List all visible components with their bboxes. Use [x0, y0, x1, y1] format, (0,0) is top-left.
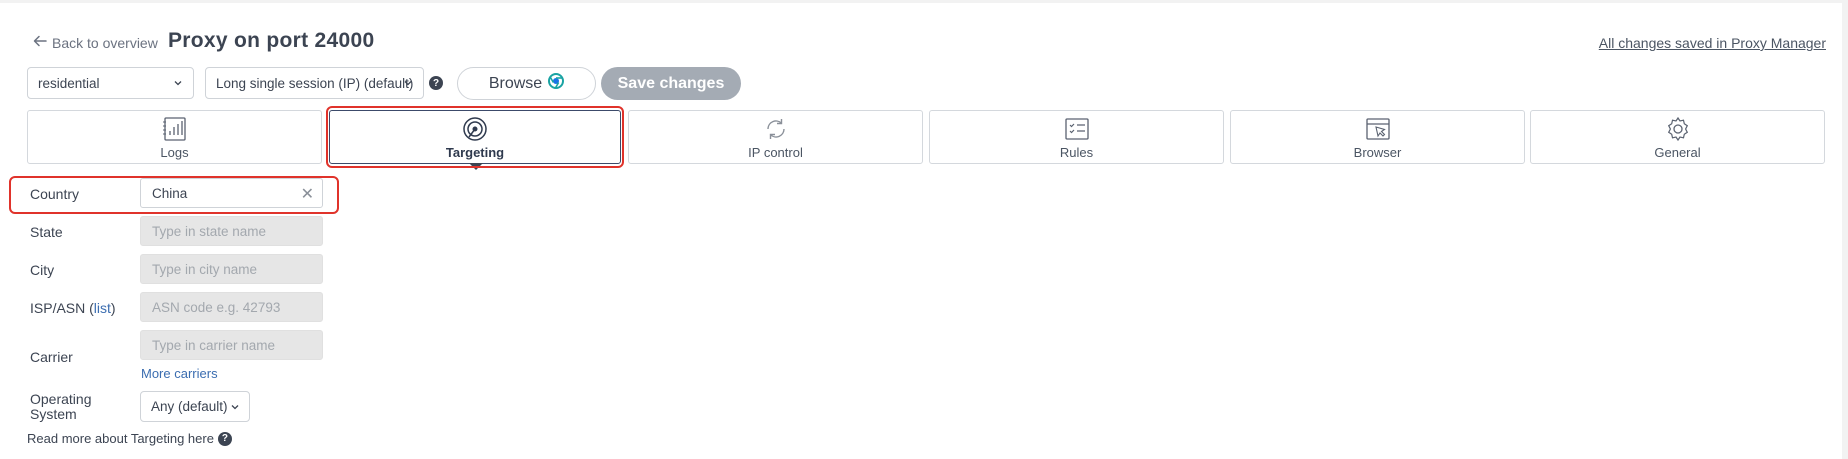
- asn-label-prefix: ISP/ASN (: [30, 300, 94, 316]
- highlight-country-field: [9, 176, 339, 214]
- carrier-placeholder: Type in carrier name: [152, 337, 276, 353]
- tab-general-label: General: [1654, 145, 1701, 160]
- os-select[interactable]: Any (default): [140, 391, 250, 422]
- rules-icon: [1063, 115, 1091, 143]
- tab-browser[interactable]: Browser: [1230, 110, 1525, 164]
- tab-rules-label: Rules: [1059, 145, 1094, 160]
- chevron-down-icon: [174, 81, 182, 86]
- carrier-input[interactable]: Type in carrier name: [140, 330, 323, 360]
- asn-input[interactable]: ASN code e.g. 42793: [140, 292, 323, 322]
- refresh-icon: [762, 115, 790, 143]
- chevron-down-icon: [404, 81, 412, 86]
- state-label: State: [30, 224, 63, 240]
- chevron-down-icon: [231, 405, 239, 410]
- saved-status-link[interactable]: All changes saved in Proxy Manager: [1599, 35, 1826, 51]
- logs-icon: [161, 115, 189, 143]
- tab-rules[interactable]: Rules: [929, 110, 1224, 164]
- read-more-targeting[interactable]: Read more about Targeting here ?: [27, 431, 232, 446]
- city-input[interactable]: Type in city name: [140, 254, 323, 284]
- asn-label-suffix: ): [110, 300, 116, 316]
- save-changes-button[interactable]: Save changes: [601, 67, 741, 100]
- tab-browser-label: Browser: [1353, 145, 1402, 160]
- read-more-label: Read more about Targeting here: [27, 431, 214, 446]
- os-label-line2: System: [30, 406, 77, 422]
- back-label: Back to overview: [52, 34, 158, 51]
- tab-logs[interactable]: Logs: [27, 110, 322, 164]
- gear-icon: [1664, 115, 1692, 143]
- asn-label: ISP/ASN (list): [30, 300, 116, 316]
- session-select-value: Long single session (IP) (default): [216, 75, 414, 91]
- highlight-targeting-tab: [326, 106, 624, 168]
- session-help-icon[interactable]: ?: [429, 76, 443, 90]
- asn-list-link[interactable]: list: [94, 300, 111, 316]
- os-label-line1: Operating: [30, 391, 92, 407]
- page-title: Proxy on port 24000: [168, 29, 375, 52]
- more-carriers-link[interactable]: More carriers: [141, 366, 218, 381]
- city-placeholder: Type in city name: [152, 261, 258, 277]
- asn-placeholder: ASN code e.g. 42793: [152, 299, 281, 315]
- arrow-left-icon: [32, 33, 48, 52]
- city-label: City: [30, 262, 55, 278]
- browse-label: Browse: [488, 74, 543, 92]
- carrier-label: Carrier: [30, 349, 73, 365]
- back-to-overview-link[interactable]: Back to overview: [32, 33, 158, 52]
- browser-icon: [1364, 115, 1392, 143]
- session-select[interactable]: Long single session (IP) (default): [205, 67, 424, 99]
- zone-select-value: residential: [38, 75, 100, 91]
- help-icon[interactable]: ?: [217, 431, 232, 446]
- tab-logs-label: Logs: [160, 145, 189, 160]
- tab-ip-control[interactable]: IP control: [628, 110, 923, 164]
- state-input[interactable]: Type in state name: [140, 216, 323, 246]
- os-label: Operating System: [30, 392, 91, 422]
- os-select-value: Any (default): [151, 399, 228, 414]
- tab-ip-control-label: IP control: [748, 145, 803, 160]
- chrome-icon: [548, 73, 565, 94]
- tab-general[interactable]: General: [1530, 110, 1825, 164]
- browse-button[interactable]: Browse: [457, 67, 596, 100]
- zone-select[interactable]: residential: [27, 67, 194, 99]
- state-placeholder: Type in state name: [152, 223, 267, 239]
